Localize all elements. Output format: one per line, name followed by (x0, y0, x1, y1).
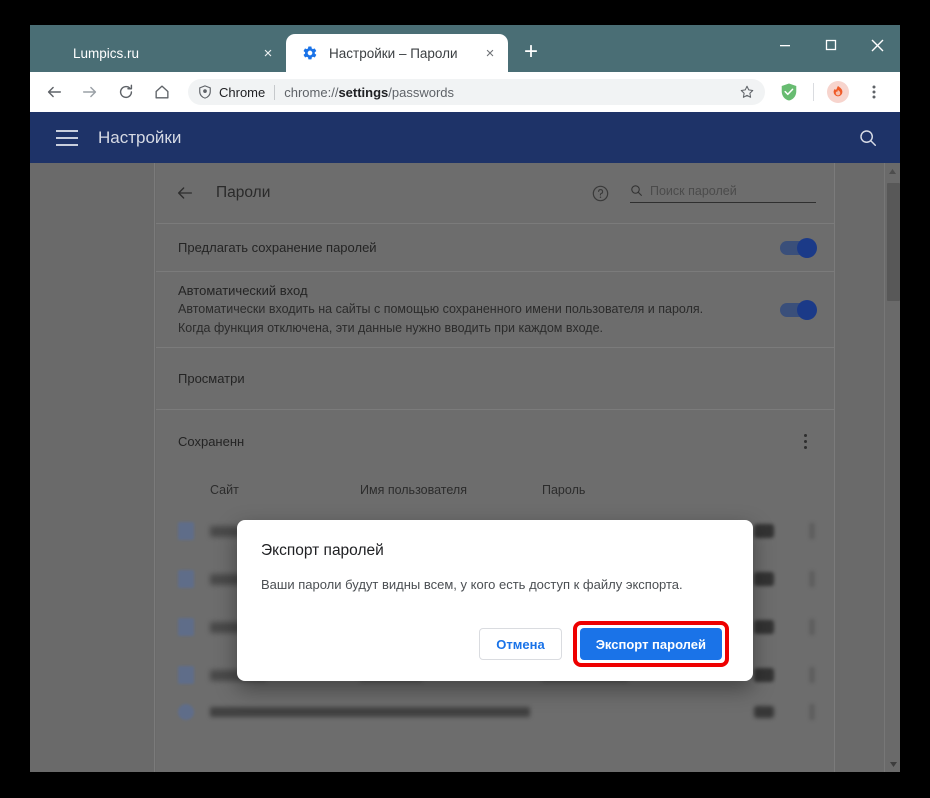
right-rail (834, 163, 885, 772)
back-button[interactable] (39, 77, 69, 107)
row-menu-icon[interactable] (810, 704, 814, 720)
settings-page: Пароли Поиск паролей Предлагать сохранен… (30, 163, 900, 772)
row-offer-save-passwords[interactable]: Предлагать сохранение паролей (156, 223, 834, 271)
site-favicon (178, 522, 194, 540)
show-password-icon[interactable] (754, 572, 774, 586)
saved-passwords-menu-icon[interactable] (796, 434, 814, 449)
password-search-field[interactable]: Поиск паролей (630, 184, 816, 203)
toggle-auto-signin[interactable] (780, 299, 817, 320)
scrollbar-thumb[interactable] (887, 183, 900, 301)
hamburger-icon[interactable] (56, 129, 78, 146)
back-arrow-icon[interactable] (172, 180, 198, 206)
maximize-icon[interactable] (808, 25, 854, 65)
show-password-icon[interactable] (754, 524, 774, 538)
help-icon[interactable] (591, 184, 610, 203)
row-desc-line-1: Автоматически входить на сайты с помощью… (178, 302, 704, 316)
site-favicon (178, 704, 194, 720)
new-tab-button[interactable]: + (514, 35, 548, 69)
profile-avatar[interactable] (823, 77, 853, 107)
column-header-password: Пароль (542, 483, 586, 497)
settings-title: Настройки (98, 127, 182, 147)
page-title: Пароли (216, 184, 271, 201)
tab-title: Lumpics.ru (73, 45, 140, 61)
browser-window: Lumpics.ru × Настройки – Пароли × + Chro… (30, 25, 900, 772)
search-icon (630, 184, 643, 197)
row-menu-icon[interactable] (810, 667, 814, 683)
dialog-actions: Отмена Экспорт паролей (479, 621, 729, 667)
scroll-down-arrow-icon[interactable] (885, 756, 900, 772)
passwords-table-overflow-row (156, 699, 834, 725)
column-header-username: Имя пользователя (360, 483, 467, 497)
scroll-up-arrow-icon[interactable] (885, 163, 900, 179)
show-password-icon[interactable] (754, 668, 774, 682)
tab-settings-passwords[interactable]: Настройки – Пароли × (286, 34, 508, 72)
cancel-button[interactable]: Отмена (479, 628, 562, 660)
export-passwords-button[interactable]: Экспорт паролей (579, 628, 722, 660)
site-favicon (178, 618, 194, 636)
adguard-shield-icon[interactable] (774, 77, 804, 107)
bookmark-star-icon[interactable] (739, 84, 755, 100)
tab-strip: Lumpics.ru × Настройки – Пароли × + (30, 25, 900, 72)
tab-close-icon[interactable]: × (480, 43, 500, 63)
search-icon[interactable] (858, 128, 878, 148)
reload-button[interactable] (111, 77, 141, 107)
row-menu-icon[interactable] (810, 619, 814, 635)
tab-title: Настройки – Пароли (329, 45, 458, 61)
row-label: Предлагать сохранение паролей (178, 240, 377, 255)
url-text: chrome://settings/passwords (284, 84, 455, 100)
toggle-offer-save[interactable] (780, 237, 817, 258)
export-passwords-dialog: Экспорт паролей Ваши пароли будут видны … (237, 520, 753, 681)
show-password-icon[interactable] (754, 706, 774, 718)
site-favicon (178, 570, 194, 588)
settings-toolbar: Настройки (30, 112, 900, 163)
redacted-text (210, 707, 530, 717)
row-title: Автоматический вход (178, 283, 308, 298)
row-desc-line-2: Когда функция отключена, эти данные нужн… (178, 321, 603, 335)
search-placeholder: Поиск паролей (650, 183, 737, 198)
row-menu-icon[interactable] (810, 571, 814, 587)
row-label: Просматри (178, 371, 245, 386)
address-bar[interactable]: Chrome chrome://settings/passwords (188, 79, 765, 105)
export-button-highlight: Экспорт паролей (572, 621, 729, 667)
row-menu-icon[interactable] (810, 523, 814, 539)
site-favicon (178, 666, 194, 684)
tab-close-icon[interactable]: × (258, 43, 278, 63)
gear-icon (302, 45, 318, 61)
chrome-menu-icon[interactable] (859, 77, 889, 107)
column-header-site: Сайт (210, 483, 239, 497)
row-label: Сохраненн (178, 434, 245, 449)
show-password-icon[interactable] (754, 620, 774, 634)
window-controls (762, 25, 900, 65)
passwords-table-header: Сайт Имя пользователя Пароль (156, 473, 834, 507)
passwords-header: Пароли Поиск паролей (156, 163, 834, 223)
forward-button[interactable] (75, 77, 105, 107)
page-scrollbar[interactable] (884, 163, 900, 772)
dialog-body-text: Ваши пароли будут видны всем, у кого ест… (261, 577, 683, 592)
row-auto-signin[interactable]: Автоматический вход Автоматически входит… (156, 271, 834, 347)
browser-toolbar: Chrome chrome://settings/passwords (30, 72, 900, 112)
tab-lumpics[interactable]: Lumpics.ru × (30, 34, 286, 72)
settings-sidebar (30, 163, 155, 772)
close-icon[interactable] (854, 25, 900, 65)
row-saved-passwords: Сохраненн (156, 409, 834, 473)
toolbar-divider (813, 83, 814, 101)
omnibox-divider (274, 84, 276, 100)
row-text-group: Автоматический вход Автоматически входит… (178, 281, 703, 338)
security-chip-label: Chrome (219, 84, 266, 100)
minimize-icon[interactable] (762, 25, 808, 65)
row-view-passwords[interactable]: Просматри (156, 347, 834, 409)
dialog-title: Экспорт паролей (261, 542, 384, 559)
orange-circle-icon (46, 45, 62, 61)
home-button[interactable] (147, 77, 177, 107)
chrome-security-icon (198, 85, 212, 99)
